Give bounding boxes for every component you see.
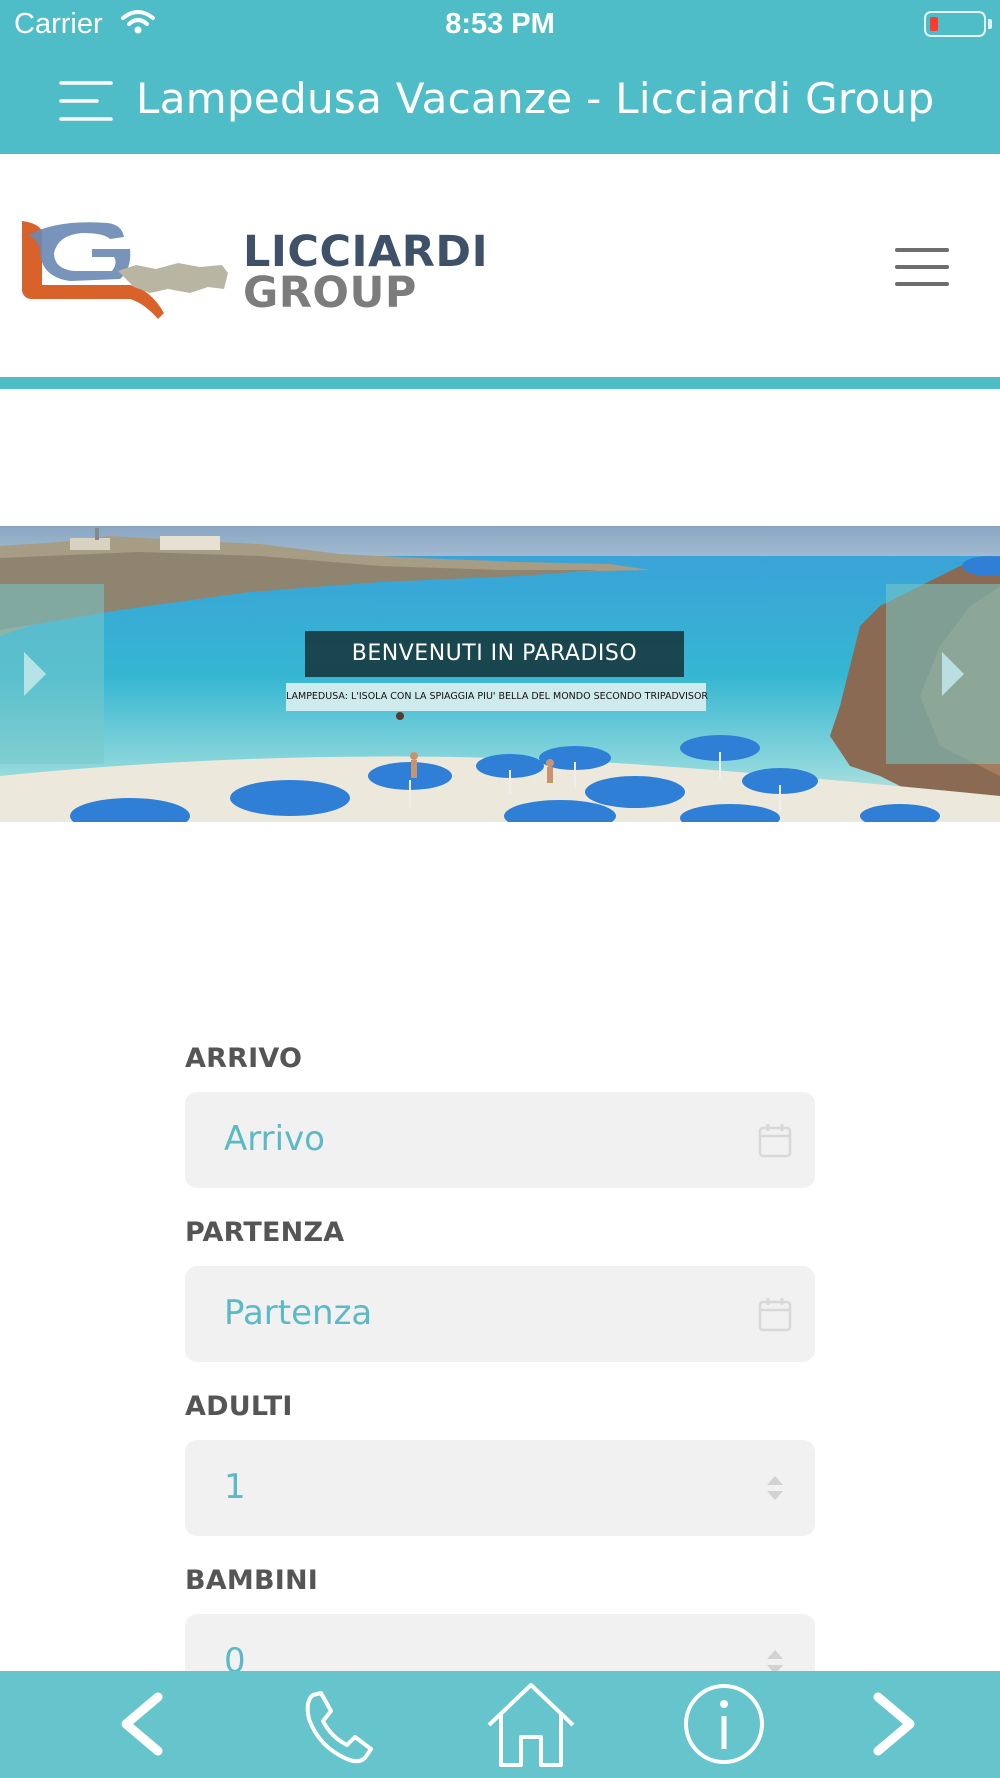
arrivo-label: ARRIVO [185, 1043, 303, 1074]
partenza-field[interactable]: Partenza [185, 1266, 815, 1362]
phone-icon [305, 1691, 373, 1764]
clock: 8:53 PM [445, 8, 555, 40]
arrivo-field[interactable]: Arrivo [185, 1092, 815, 1188]
forward-button[interactable] [840, 1671, 940, 1778]
battery-level [930, 17, 938, 31]
adulti-label: ADULTI [185, 1391, 293, 1422]
partenza-placeholder: Partenza [224, 1293, 373, 1333]
site-menu-bar [895, 248, 949, 252]
back-button[interactable] [96, 1671, 196, 1778]
chevron-right-icon [942, 652, 964, 696]
site-menu-button[interactable] [895, 248, 949, 288]
site-header: LICCIARDI GROUP [0, 154, 1000, 376]
hero-subtitle: LAMPEDUSA: L'ISOLA CON LA SPIAGGIA PIU' … [286, 683, 708, 711]
bambini-label: BAMBINI [185, 1565, 319, 1596]
site-menu-bar [895, 265, 949, 269]
select-arrows-icon [767, 1650, 783, 1671]
app-bar: Lampedusa Vacanze - Licciardi Group [0, 50, 1000, 154]
bambini-value: 0 [224, 1641, 246, 1671]
calendar-icon [758, 1124, 792, 1158]
chevron-left-icon [24, 652, 46, 696]
bottom-nav-bar [0, 1671, 1000, 1778]
adulti-value: 1 [224, 1467, 246, 1507]
select-arrows-icon [767, 1476, 783, 1500]
battery-tip [988, 19, 992, 29]
menu-icon[interactable] [57, 80, 113, 122]
hero-title: BENVENUTI IN PARADISO [305, 631, 684, 677]
calendar-icon [758, 1298, 792, 1332]
phone-button[interactable] [289, 1671, 389, 1778]
battery-icon [924, 11, 986, 37]
status-bar: Carrier 8:53 PM [0, 0, 1000, 50]
info-button[interactable] [674, 1671, 774, 1778]
logo-text-group: GROUP [243, 268, 417, 318]
home-button[interactable] [481, 1671, 581, 1778]
hero-slider: BENVENUTI IN PARADISO LAMPEDUSA: L'ISOLA… [0, 526, 1000, 822]
site-menu-bar [895, 282, 949, 286]
header-divider [0, 377, 1000, 389]
bambini-select[interactable]: 0 [185, 1614, 815, 1671]
slider-prev-button[interactable] [0, 584, 104, 764]
app-title: Lampedusa Vacanze - Licciardi Group [136, 74, 935, 123]
arrivo-placeholder: Arrivo [224, 1119, 325, 1159]
home-icon [487, 1683, 575, 1767]
adulti-select[interactable]: 1 [185, 1440, 815, 1536]
forward-icon [873, 1692, 915, 1756]
slider-next-button[interactable] [886, 584, 1000, 764]
back-icon [121, 1692, 163, 1756]
info-icon [684, 1684, 764, 1764]
partenza-label: PARTENZA [185, 1217, 345, 1248]
